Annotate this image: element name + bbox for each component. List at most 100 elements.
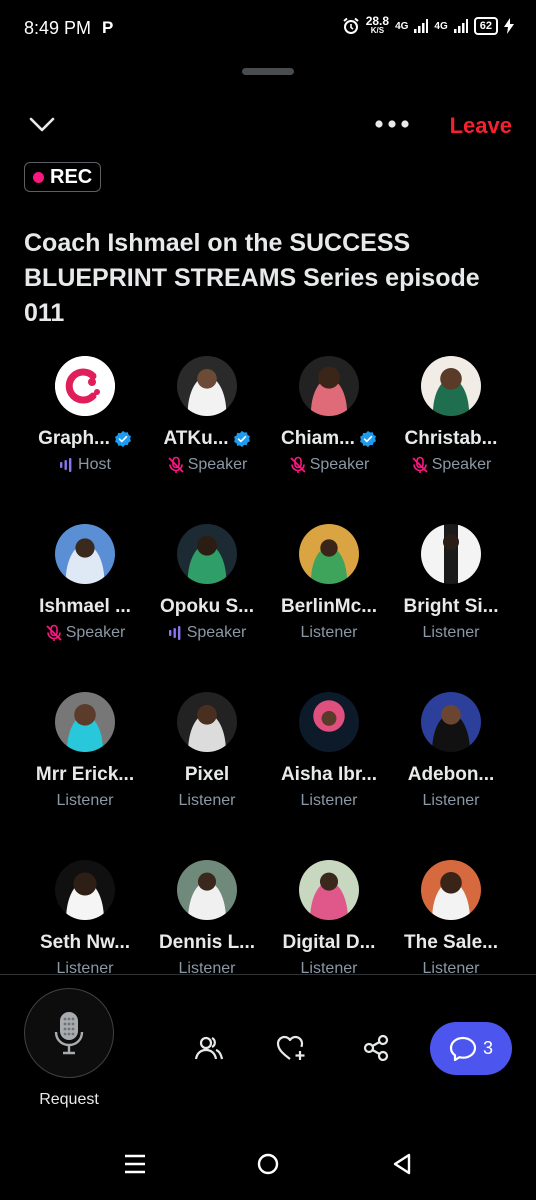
avatar[interactable] bbox=[299, 356, 359, 416]
participant-role: Listener bbox=[178, 792, 236, 809]
participant-role: Listener bbox=[300, 624, 358, 641]
system-nav-bar bbox=[0, 1128, 536, 1200]
verified-badge-icon bbox=[360, 430, 376, 448]
recording-label: REC bbox=[50, 165, 93, 188]
drag-handle[interactable] bbox=[242, 68, 294, 75]
battery-indicator: 62 bbox=[473, 17, 498, 35]
waveform-icon bbox=[60, 458, 72, 472]
request-mic-button[interactable] bbox=[24, 988, 114, 1078]
participant-name: BerlinMc... bbox=[280, 596, 378, 617]
participant-card[interactable]: Seth Nw... Listener bbox=[24, 860, 146, 976]
heart-plus-icon[interactable] bbox=[275, 1031, 309, 1065]
participant-card[interactable]: Pixel Listener bbox=[146, 692, 268, 810]
mic-muted-icon bbox=[168, 456, 184, 473]
space-title: Coach Ishmael on the SUCCESS BLUEPRINT S… bbox=[24, 229, 480, 327]
participant-role: Listener bbox=[56, 792, 114, 809]
leave-button[interactable]: Leave bbox=[450, 113, 512, 139]
participant-role: Listener bbox=[422, 792, 480, 809]
avatar[interactable] bbox=[421, 356, 481, 416]
back-icon[interactable] bbox=[388, 1150, 416, 1178]
participant-role: Listener bbox=[422, 624, 480, 641]
avatar[interactable] bbox=[421, 692, 481, 752]
participant-name: Aisha Ibr... bbox=[280, 764, 378, 785]
bottom-divider bbox=[0, 974, 536, 975]
signal-icon bbox=[453, 19, 468, 33]
participant-card[interactable]: Bright Si... Listener bbox=[390, 524, 512, 642]
avatar[interactable] bbox=[299, 692, 359, 752]
participant-role: Speaker bbox=[390, 456, 512, 474]
waveform-icon bbox=[168, 626, 181, 640]
avatar[interactable] bbox=[299, 860, 359, 920]
share-icon[interactable] bbox=[359, 1031, 393, 1065]
participant-role: Speaker bbox=[24, 624, 146, 642]
network-type-1: 4G bbox=[395, 20, 409, 32]
avatar[interactable] bbox=[177, 860, 237, 920]
status-time: 8:49 PM bbox=[24, 18, 92, 38]
participant-card[interactable]: Ishmael ... Speaker bbox=[24, 524, 146, 642]
recent-apps-icon[interactable] bbox=[121, 1150, 149, 1178]
microphone-icon bbox=[54, 1012, 84, 1055]
verified-badge-icon bbox=[114, 430, 131, 448]
participant-card[interactable]: The Sale... Listener bbox=[390, 860, 512, 976]
avatar[interactable] bbox=[55, 356, 115, 416]
people-icon[interactable] bbox=[192, 1031, 226, 1065]
status-bar: 8:49 PM P 28.8 K/S 4G 4G 62 bbox=[0, 0, 536, 60]
mic-muted-icon bbox=[290, 456, 306, 473]
participant-card[interactable]: Christab... Speaker bbox=[390, 356, 512, 474]
avatar[interactable] bbox=[177, 524, 237, 584]
recording-dot-icon bbox=[33, 171, 44, 183]
participant-card[interactable]: ATKu... Speaker bbox=[146, 356, 268, 474]
participant-role: Speaker bbox=[146, 624, 268, 642]
participants-grid: Graph... Host ATKu... Speaker Chiam... Speake… bbox=[24, 356, 512, 976]
avatar[interactable] bbox=[177, 692, 237, 752]
avatar[interactable] bbox=[299, 524, 359, 584]
alarm-icon bbox=[343, 17, 359, 34]
avatar[interactable] bbox=[421, 524, 481, 584]
status-icons: 28.8 K/S 4G 4G 62 bbox=[342, 14, 514, 36]
network-type-2: 4G bbox=[434, 20, 448, 32]
avatar[interactable] bbox=[55, 860, 115, 920]
participant-name: Chiam... bbox=[268, 428, 390, 450]
participant-card[interactable]: Adebon... Listener bbox=[390, 692, 512, 810]
participant-card[interactable]: Aisha Ibr... Listener bbox=[268, 692, 390, 810]
participant-card[interactable]: Dennis L... Listener bbox=[146, 860, 268, 976]
charging-icon bbox=[504, 18, 514, 34]
participant-role: Speaker bbox=[146, 456, 268, 474]
chat-button[interactable]: 3 bbox=[430, 1022, 512, 1075]
participant-name: Mrr Erick... bbox=[35, 764, 135, 785]
participant-name: The Sale... bbox=[404, 932, 498, 953]
participant-card[interactable]: Digital D... Listener bbox=[268, 860, 390, 976]
chat-bubble-icon bbox=[449, 1036, 477, 1061]
collapse-chevron-icon[interactable] bbox=[28, 114, 56, 139]
mic-muted-icon bbox=[412, 456, 428, 473]
signal-icon bbox=[414, 19, 429, 33]
participant-name: Christab... bbox=[404, 428, 498, 449]
participant-name: ATKu... bbox=[146, 428, 268, 450]
participant-card[interactable]: Opoku S... Speaker bbox=[146, 524, 268, 642]
participant-role: Host bbox=[24, 456, 146, 474]
participant-name: Seth Nw... bbox=[39, 932, 131, 953]
app-indicator-icon: P bbox=[102, 18, 114, 37]
participant-card[interactable]: BerlinMc... Listener bbox=[268, 524, 390, 642]
request-label: Request bbox=[39, 1091, 99, 1108]
home-icon[interactable] bbox=[254, 1150, 282, 1178]
participant-card[interactable]: Graph... Host bbox=[24, 356, 146, 474]
participant-name: Bright Si... bbox=[403, 596, 499, 617]
avatar[interactable] bbox=[55, 692, 115, 752]
participant-name: Opoku S... bbox=[160, 596, 254, 617]
recording-badge: REC bbox=[24, 162, 102, 192]
chat-count: 3 bbox=[482, 1038, 493, 1058]
participant-name: Ishmael ... bbox=[39, 596, 131, 617]
avatar[interactable] bbox=[421, 860, 481, 920]
participant-role: Listener bbox=[300, 792, 358, 809]
more-options-icon[interactable] bbox=[374, 114, 410, 139]
participant-card[interactable]: Chiam... Speaker bbox=[268, 356, 390, 474]
participant-card[interactable]: Mrr Erick... Listener bbox=[24, 692, 146, 810]
avatar[interactable] bbox=[55, 524, 115, 584]
participant-name: Adebon... bbox=[407, 764, 495, 785]
participant-name: Pixel bbox=[184, 764, 230, 785]
verified-badge-icon bbox=[233, 430, 250, 448]
participant-name: Dennis L... bbox=[158, 932, 256, 953]
network-speed: 28.8 K/S bbox=[365, 14, 390, 35]
avatar[interactable] bbox=[177, 356, 237, 416]
